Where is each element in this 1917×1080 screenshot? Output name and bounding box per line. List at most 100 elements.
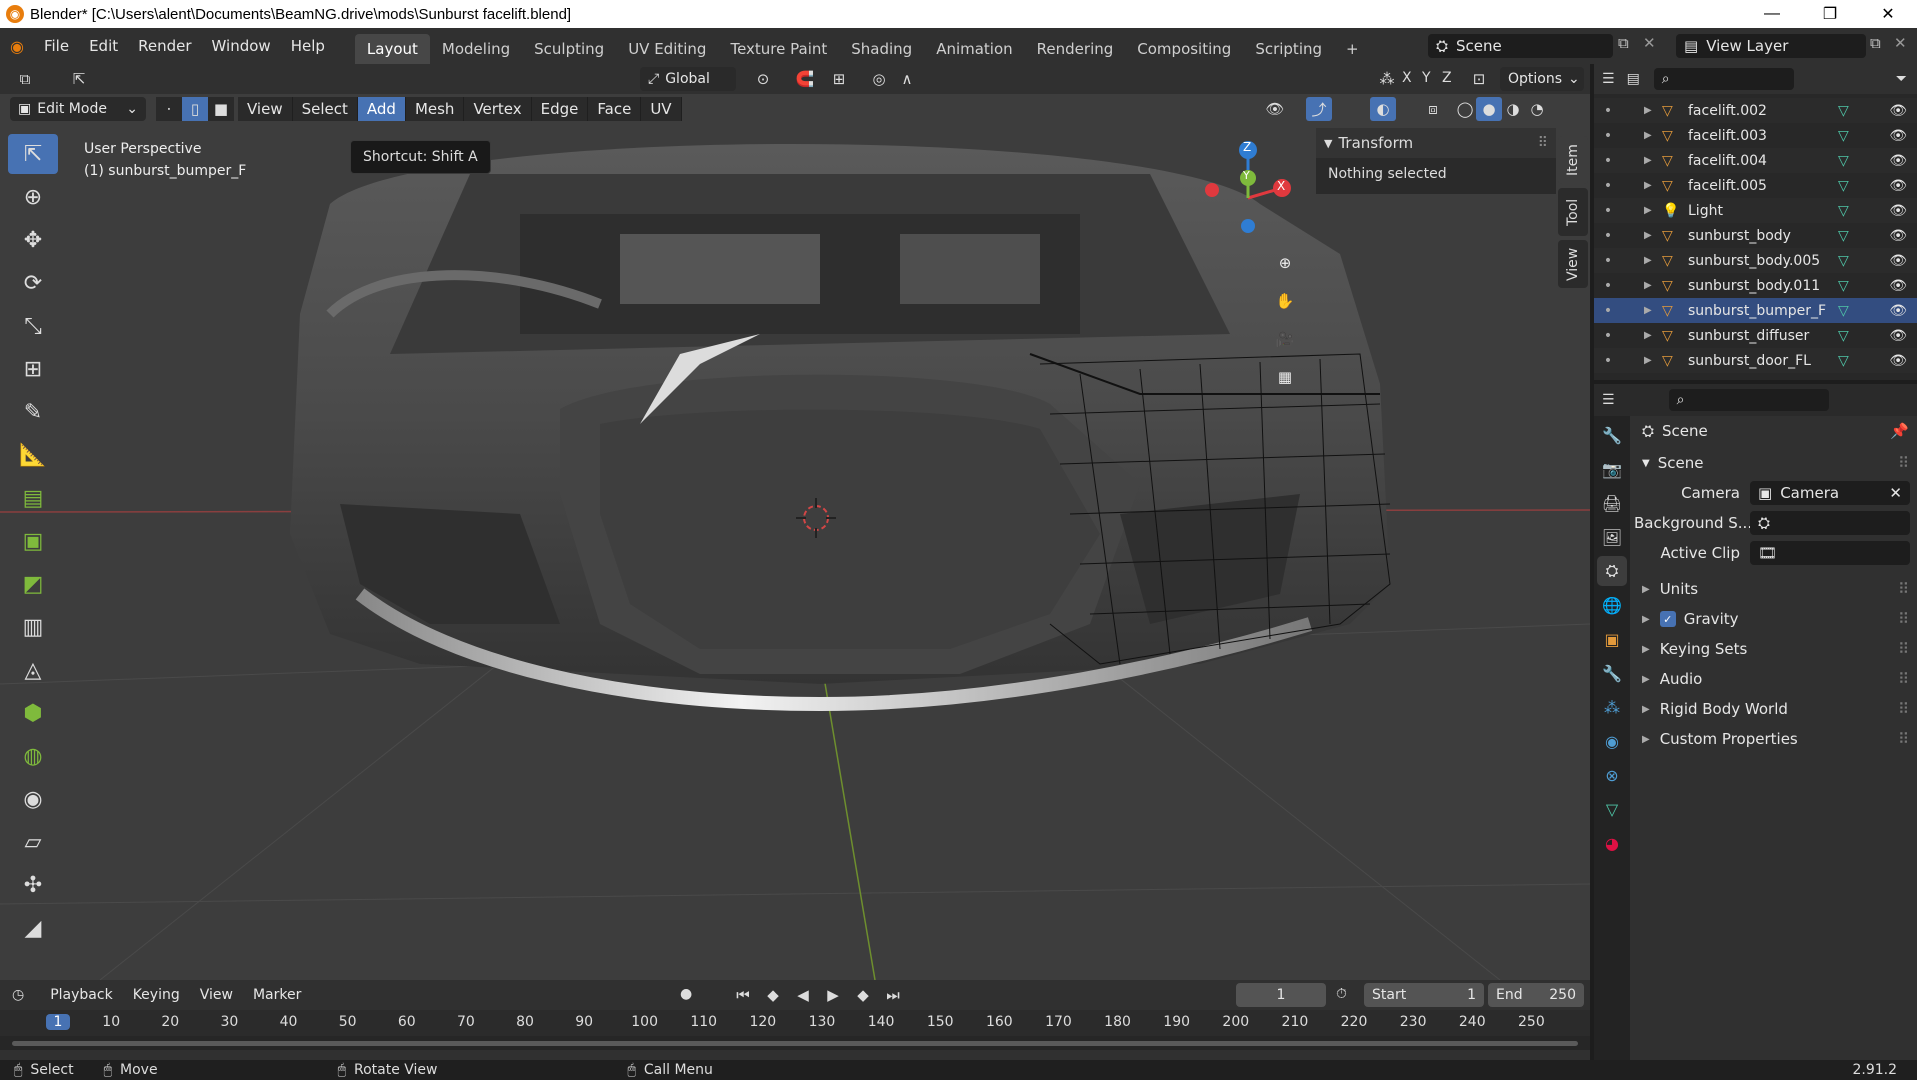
transform-tool-icon[interactable]: ⊞ xyxy=(8,349,58,389)
mirror-icon[interactable]: ⁂ xyxy=(1374,67,1400,91)
tab-layout[interactable]: Layout xyxy=(354,34,430,64)
remove-scene-icon[interactable]: ✕ xyxy=(1643,34,1656,52)
add-workspace-icon[interactable]: + xyxy=(1334,34,1371,64)
menu-render[interactable]: Render xyxy=(128,37,201,55)
outliner-editor-icon[interactable]: ☰ xyxy=(1602,71,1615,87)
outliner-row[interactable]: • ▶ ▽ facelift.003 ▽ 👁 xyxy=(1594,123,1917,148)
drag-handle-icon[interactable]: ⠿ xyxy=(1898,670,1909,688)
rendered-shading-icon[interactable]: ◔ xyxy=(1524,97,1550,121)
selectable-dot-icon[interactable]: • xyxy=(1594,153,1622,169)
eye-icon[interactable]: 👁 xyxy=(1889,178,1907,194)
property-panel-header[interactable]: ▶ ✓ Gravity ⠿ xyxy=(1634,604,1917,634)
navigation-gizmo[interactable]: Z X Y xyxy=(1190,136,1310,246)
menu-add[interactable]: Add xyxy=(357,97,406,121)
loop-cut-tool-icon[interactable]: ▥ xyxy=(8,607,58,647)
expand-arrow-icon[interactable]: ▶ xyxy=(1644,255,1662,266)
tab-modeling[interactable]: Modeling xyxy=(430,34,522,64)
outliner-row[interactable]: • ▶ ▽ sunburst_diffuser ▽ 👁 xyxy=(1594,323,1917,348)
gravity-checkbox[interactable]: ✓ xyxy=(1659,611,1676,627)
mesh-data-icon[interactable]: ▽ xyxy=(1838,153,1878,169)
mesh-data-icon[interactable]: ▽ xyxy=(1838,253,1878,269)
background-scene-field[interactable]: ⛭ xyxy=(1750,511,1910,535)
menu-file[interactable]: File xyxy=(34,37,79,55)
menu-window[interactable]: Window xyxy=(202,37,281,55)
properties-search-input[interactable]: ⌕ xyxy=(1668,389,1829,411)
menu-view[interactable]: View xyxy=(238,97,293,121)
record-icon[interactable]: ● xyxy=(680,986,692,1002)
new-scene-icon[interactable]: ⧉ xyxy=(1618,34,1629,52)
3d-viewport[interactable] xyxy=(0,64,1590,980)
editor-type-icon[interactable]: ⧉ xyxy=(12,67,38,91)
ortho-grid-icon[interactable]: ▦ xyxy=(1270,362,1300,392)
select-box-tool-icon[interactable]: ⇱ xyxy=(8,134,58,174)
scene-selector[interactable]: ⛭ Scene xyxy=(1428,34,1613,58)
move-tool-icon[interactable]: ✥ xyxy=(8,220,58,260)
menu-help[interactable]: Help xyxy=(281,37,335,55)
eye-icon[interactable]: 👁 xyxy=(1889,203,1907,219)
proportional-edit-icon[interactable]: ◎ xyxy=(866,67,892,91)
expand-arrow-icon[interactable]: ▶ xyxy=(1644,305,1662,316)
extrude-tool-icon[interactable]: ▤ xyxy=(8,478,58,518)
render-tab-icon[interactable]: 📷 xyxy=(1597,454,1627,484)
transform-orientation-select[interactable]: ⤢ Global xyxy=(640,67,736,91)
jump-start-icon[interactable]: ⏮ xyxy=(730,983,756,1007)
outliner-row[interactable]: • ▶ ▽ facelift.005 ▽ 👁 xyxy=(1594,173,1917,198)
frame-ruler[interactable]: 1 10 20 30 40 50 60 70 80 90 100 110 120 130 140 150 160… xyxy=(0,1010,1590,1036)
menu-playback[interactable]: Playback xyxy=(40,987,122,1003)
options-dropdown[interactable]: Options ⌄ xyxy=(1500,67,1584,91)
selectable-dot-icon[interactable]: • xyxy=(1594,203,1622,219)
selectable-dot-icon[interactable]: • xyxy=(1594,178,1622,194)
bevel-tool-icon[interactable]: ◩ xyxy=(8,564,58,604)
expand-arrow-icon[interactable]: ▶ xyxy=(1644,105,1662,116)
selectable-dot-icon[interactable]: • xyxy=(1594,278,1622,294)
gizmo-toggle-icon[interactable]: ⤴ xyxy=(1306,97,1332,121)
start-frame-field[interactable]: Start 1 xyxy=(1364,983,1484,1007)
view-layer-selector[interactable]: ▤ View Layer xyxy=(1676,34,1866,58)
outliner-row[interactable]: • ▶ ▽ sunburst_door_FL ▽ 👁 xyxy=(1594,348,1917,373)
property-panel-header[interactable]: ▶ Custom Properties ⠿ xyxy=(1634,724,1917,754)
pin-icon[interactable]: 📌 xyxy=(1890,422,1909,440)
eye-icon[interactable]: 👁 xyxy=(1889,228,1907,244)
inset-tool-icon[interactable]: ▣ xyxy=(8,521,58,561)
expand-arrow-icon[interactable]: ▶ xyxy=(1644,330,1662,341)
end-frame-field[interactable]: End 250 xyxy=(1488,983,1584,1007)
expand-arrow-icon[interactable]: ▶ xyxy=(1644,130,1662,141)
edge-slide-tool-icon[interactable]: ▱ xyxy=(8,822,58,862)
selectable-dot-icon[interactable]: • xyxy=(1594,328,1622,344)
transform-panel-header[interactable]: ▼ Transform ⠿ xyxy=(1316,128,1556,158)
mesh-data-icon[interactable]: ▽ xyxy=(1838,103,1878,119)
outliner-search-input[interactable]: ⌕ xyxy=(1653,68,1794,90)
active-clip-field[interactable]: 🎞 xyxy=(1750,541,1910,565)
eye-icon[interactable]: 👁 xyxy=(1889,128,1907,144)
expand-arrow-icon[interactable]: ▶ xyxy=(1644,230,1662,241)
current-frame-field[interactable]: 1 xyxy=(1236,983,1326,1007)
menu-mesh[interactable]: Mesh xyxy=(405,97,465,121)
outliner-row[interactable]: • ▶ ▽ facelift.004 ▽ 👁 xyxy=(1594,148,1917,173)
menu-marker[interactable]: Marker xyxy=(243,987,311,1003)
camera-field[interactable]: ▣ Camera ✕ xyxy=(1750,481,1910,505)
select-tool-icon[interactable]: ⇱ xyxy=(66,67,92,91)
particles-tab-icon[interactable]: ⁂ xyxy=(1597,692,1627,722)
menu-edge[interactable]: Edge xyxy=(531,97,589,121)
drag-handle-icon[interactable]: ⠿ xyxy=(1898,610,1909,628)
material-shading-icon[interactable]: ◑ xyxy=(1500,97,1526,121)
remove-view-layer-icon[interactable]: ✕ xyxy=(1894,34,1907,52)
eye-icon[interactable]: 👁 xyxy=(1889,103,1907,119)
timeline-editor-icon[interactable]: ◷ xyxy=(12,987,24,1003)
drag-handle-icon[interactable]: ⠿ xyxy=(1898,640,1909,658)
mesh-data-icon[interactable]: ▽ xyxy=(1838,353,1878,369)
physics-tab-icon[interactable]: ◉ xyxy=(1597,726,1627,756)
eye-icon[interactable]: 👁 xyxy=(1889,303,1907,319)
property-panel-header[interactable]: ▶ Audio ⠿ xyxy=(1634,664,1917,694)
tab-compositing[interactable]: Compositing xyxy=(1125,34,1243,64)
property-panel-header[interactable]: ▶ Rigid Body World ⠿ xyxy=(1634,694,1917,724)
drag-handle-icon[interactable]: ⠿ xyxy=(1538,135,1548,151)
properties-editor-icon[interactable]: ☰ xyxy=(1602,392,1615,408)
knife-tool-icon[interactable]: ◬ xyxy=(8,650,58,690)
menu-timeline-view[interactable]: View xyxy=(190,987,243,1003)
pan-hand-icon[interactable]: ✋ xyxy=(1270,286,1300,316)
property-panel-header[interactable]: ▶ Units ⠿ xyxy=(1634,574,1917,604)
overlays-icon[interactable]: ◐ xyxy=(1370,97,1396,121)
expand-arrow-icon[interactable]: ▶ xyxy=(1644,205,1662,216)
mesh-data-icon[interactable]: ▽ xyxy=(1838,203,1878,219)
